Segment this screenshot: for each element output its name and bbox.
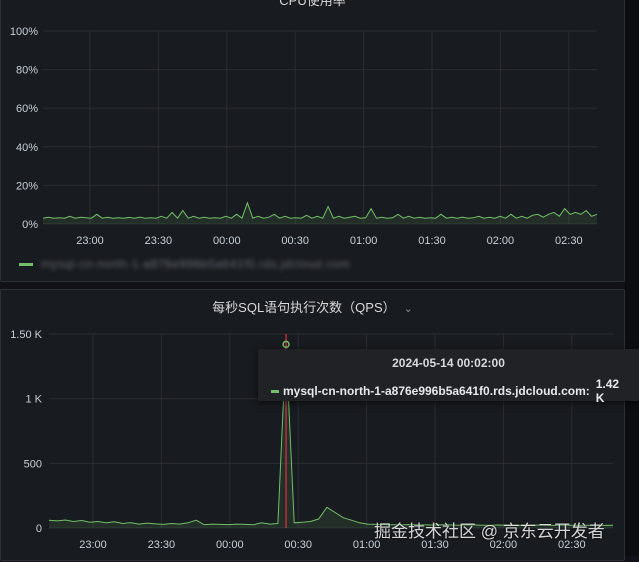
- x-tick-label: 23:00: [79, 539, 107, 551]
- cpu-usage-panel: CPU使用率 100% 80% 60% 40% 20% 0% 23:00 23:30 00:00…: [0, 0, 625, 282]
- x-tick-label: 00:00: [216, 539, 244, 551]
- x-tick-label: 02:30: [555, 235, 583, 247]
- legend-item[interactable]: mysql-cn-north-1-a876e996b5a641f0.rds.jd…: [19, 257, 350, 271]
- x-tick-label: 23:30: [148, 539, 176, 551]
- series-line: [42, 201, 598, 219]
- cpu-chart[interactable]: 100% 80% 60% 40% 20% 0% 23:00 23:30 00:00 00:30 01…: [1, 0, 626, 257]
- legend-series-label[interactable]: mysql-cn-north-1-a876e996b5a641f0.rds.jd…: [41, 257, 350, 271]
- y-tick-label: 500: [24, 458, 42, 470]
- tooltip-row: mysql-cn-north-1-a876e996b5a641f0.rds.jd…: [271, 377, 631, 405]
- y-tick-label: 1 K: [25, 394, 42, 406]
- x-tick-label: 00:00: [213, 235, 241, 247]
- x-tick-label: 23:30: [145, 235, 173, 247]
- watermark: 掘金技术社区 @ 京东云开发者: [374, 522, 605, 541]
- y-tick-label: 20%: [16, 180, 38, 192]
- y-tick-label: 100%: [10, 26, 38, 38]
- y-tick-label: 60%: [16, 103, 38, 115]
- hover-tooltip: 2024-05-14 00:02:00 mysql-cn-north-1-a87…: [258, 349, 639, 405]
- series-color-icon: [271, 389, 279, 393]
- series-area: [43, 202, 597, 224]
- tooltip-time: 2024-05-14 00:02:00: [392, 356, 505, 370]
- x-tick-label: 23:00: [76, 235, 104, 247]
- x-tick-label: 01:00: [350, 235, 378, 247]
- x-tick-label: 00:30: [281, 235, 309, 247]
- scrollbar-track[interactable]: [625, 0, 639, 556]
- y-tick-label: 0: [36, 523, 42, 535]
- x-tick-label: 00:30: [284, 539, 312, 551]
- x-tick-label: 02:00: [487, 235, 515, 247]
- x-tick-label: 01:30: [418, 235, 446, 247]
- y-tick-label: 1.50 K: [10, 329, 42, 341]
- y-tick-label: 40%: [16, 142, 38, 154]
- tooltip-value: 1.42 K: [595, 377, 620, 405]
- tooltip-series: mysql-cn-north-1-a876e996b5a641f0.rds.jd…: [282, 384, 590, 398]
- legend-color-icon: [19, 262, 33, 266]
- y-tick-label: 80%: [16, 65, 38, 77]
- y-tick-label: 0%: [22, 219, 38, 231]
